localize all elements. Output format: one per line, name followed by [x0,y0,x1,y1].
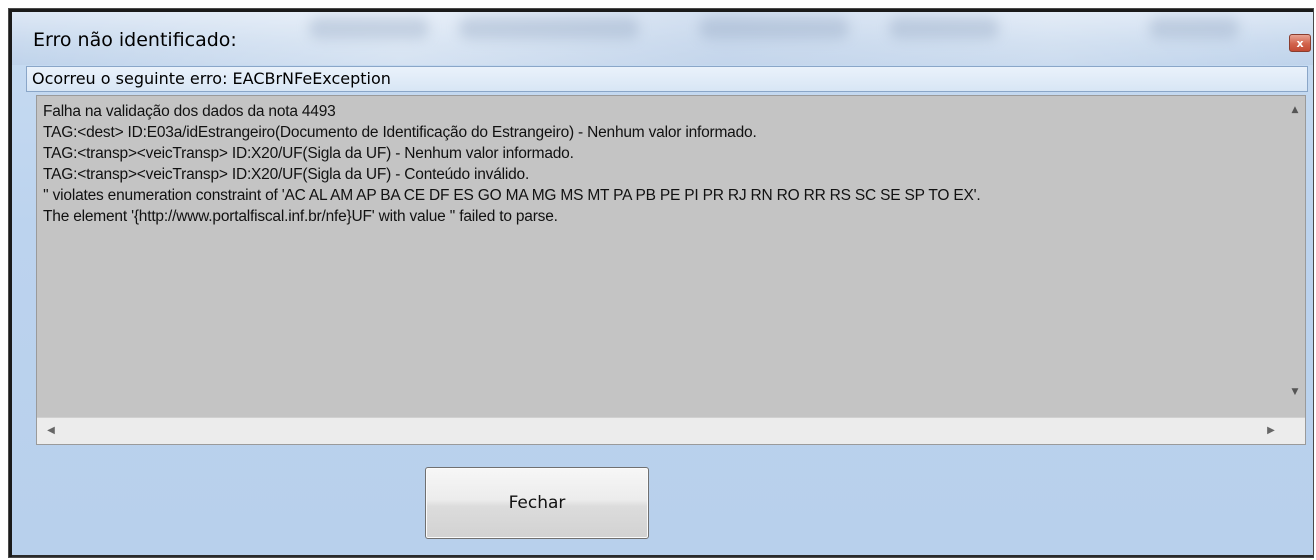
scrollbar-corner [1285,418,1305,444]
window-title: Erro não identificado: [33,29,237,51]
scroll-down-icon[interactable]: ▼ [1289,386,1301,398]
blurred-background [309,17,429,39]
scroll-left-icon[interactable]: ◀ [45,425,57,437]
scroll-up-icon[interactable]: ▲ [1289,104,1301,116]
vertical-scrollbar[interactable]: ▲ ▼ [1285,96,1305,412]
blurred-background [699,17,849,39]
error-line: TAG:<dest> ID:E03a/idEstrangeiro(Documen… [43,124,757,141]
error-line: '' violates enumeration constraint of 'A… [43,187,981,204]
blurred-background [889,17,999,39]
error-line: The element '{http://www.portalfiscal.in… [43,208,558,225]
error-line: Falha na validação dos dados da nota 449… [43,103,336,120]
title-bar[interactable]: Erro não identificado: x [9,9,1313,65]
screen: Erro não identificado: x Ocorreu o segui… [0,0,1316,560]
error-dialog: Erro não identificado: x Ocorreu o segui… [8,8,1314,558]
blurred-background [1149,17,1239,39]
window-bottom-border [12,555,1313,557]
blurred-background [459,17,639,39]
error-details-memo[interactable]: Falha na validação dos dados da nota 449… [36,95,1306,445]
close-icon[interactable]: x [1289,34,1311,52]
error-header-text: Ocorreu o seguinte erro: EACBrNFeExcepti… [32,69,391,88]
close-button[interactable]: Fechar [425,467,649,539]
error-details-text[interactable]: Falha na validação dos dados da nota 449… [43,101,1281,227]
error-header: Ocorreu o seguinte erro: EACBrNFeExcepti… [26,66,1308,92]
error-line: TAG:<transp><veicTransp> ID:X20/UF(Sigla… [43,145,574,162]
horizontal-scrollbar[interactable]: ◀ ▶ [37,417,1305,444]
scroll-right-icon[interactable]: ▶ [1265,425,1277,437]
error-line: TAG:<transp><veicTransp> ID:X20/UF(Sigla… [43,166,530,183]
